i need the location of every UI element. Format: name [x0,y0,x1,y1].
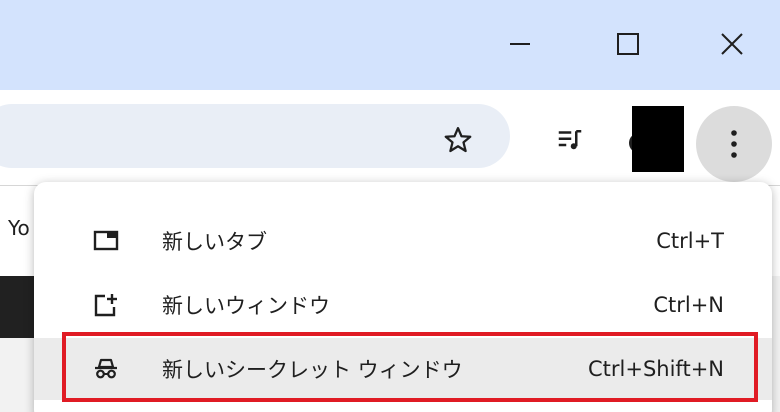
redacted-avatar [632,106,684,172]
menu-item-label: 新しいウィンドウ [162,294,330,318]
new-window-icon [90,289,122,321]
close-button[interactable] [704,18,760,70]
chrome-menu-button[interactable] [696,106,772,182]
playlist-icon [558,130,582,150]
menu-item-label: 新しいシークレット ウィンドウ [162,358,463,382]
minimize-button[interactable] [492,18,548,70]
title-bar [0,0,780,90]
bookmark-button[interactable] [438,120,478,160]
toolbar [0,90,780,185]
incognito-icon [90,353,122,385]
maximize-icon [617,33,639,55]
profile-button[interactable] [624,106,684,172]
address-bar[interactable] [0,104,510,168]
new-tab-icon [90,225,122,257]
three-dots-vertical-icon [731,130,737,158]
menu-item-shortcut: Ctrl+Shift+N [588,357,724,381]
menu-item-shortcut: Ctrl+T [656,229,724,253]
maximize-button[interactable] [600,18,656,70]
menu-item-shortcut: Ctrl+N [653,293,724,317]
menu-item-new-incognito-window[interactable]: 新しいシークレット ウィンドウ Ctrl+Shift+N [34,338,772,400]
menu-item-label: 新しいタブ [162,230,267,254]
menu-item-new-window[interactable]: 新しいウィンドウ Ctrl+N [34,274,772,336]
chrome-menu: 新しいタブ Ctrl+T 新しいウィンドウ Ctrl+N 新しいシークレット ウ… [34,182,772,412]
star-icon [444,127,472,153]
media-controls-button[interactable] [550,120,590,160]
menu-item-new-tab[interactable]: 新しいタブ Ctrl+T [34,210,772,272]
page-text-snippet: Yo [8,216,30,240]
close-icon [721,33,743,55]
minimize-icon [510,43,530,45]
